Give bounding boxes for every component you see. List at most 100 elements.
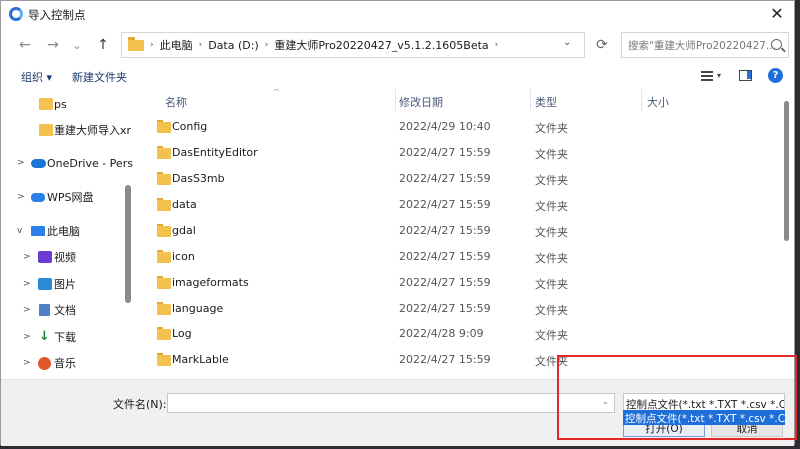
organize-button[interactable]: 组织 ▾ [21, 69, 52, 85]
breadcrumb-separator: › [494, 40, 499, 50]
navigation-bar: ← → ⌄ ↑ › 此电脑 › Data (D:) › 重建大师Pro20220… [1, 29, 794, 61]
expand-chevron-icon[interactable]: > [17, 192, 25, 202]
sidebar-item-videos[interactable]: > 视频 [1, 246, 133, 268]
back-arrow-icon[interactable]: ← [15, 35, 35, 55]
folder-icon [157, 224, 171, 237]
file-row[interactable]: DasEntityEditor 2022/4/27 15:59 文件夹 [141, 140, 786, 166]
expand-chevron-icon[interactable]: > [23, 305, 31, 315]
file-name: gdal [172, 224, 196, 237]
sidebar-item-label: OneDrive - Pers [47, 156, 133, 170]
column-header-size[interactable]: 大小 [647, 94, 669, 110]
collapse-chevron-icon[interactable]: v [17, 226, 22, 236]
breadcrumb-separator: › [198, 40, 203, 50]
view-dropdown-chevron-icon[interactable]: ▾ [717, 71, 721, 80]
file-date: 2022/4/28 9:09 [399, 327, 484, 340]
filename-dropdown-chevron-icon[interactable]: ⌄ [602, 397, 609, 406]
column-header-type[interactable]: 类型 [535, 94, 557, 110]
file-row[interactable]: gdal 2022/4/27 15:59 文件夹 [141, 218, 786, 244]
file-name: Config [172, 120, 208, 133]
file-row[interactable]: icon 2022/4/27 15:59 文件夹 [141, 244, 786, 270]
file-type: 文件夹 [535, 304, 568, 317]
file-date: 2022/4/27 15:59 [399, 224, 491, 237]
file-row[interactable]: Config 2022/4/29 10:40 文件夹 [141, 114, 786, 140]
up-arrow-icon[interactable]: ↑ [93, 35, 113, 55]
breadcrumb-separator: › [150, 40, 154, 50]
search-input[interactable]: 搜索"重建大师Pro20220427... [621, 32, 789, 58]
sort-ascending-icon: ^ [273, 89, 280, 96]
sidebar-item-wps[interactable]: > WPS网盘 [1, 186, 133, 208]
recent-locations-chevron-icon[interactable]: ⌄ [67, 35, 87, 55]
file-type: 文件夹 [535, 174, 568, 187]
sidebar-item-downloads[interactable]: > ↓ 下载 [1, 326, 133, 348]
file-row[interactable]: data 2022/4/27 15:59 文件夹 [141, 192, 786, 218]
file-row[interactable]: imageformats 2022/4/27 15:59 文件夹 [141, 270, 786, 296]
computer-icon [31, 226, 45, 236]
column-divider[interactable] [395, 89, 396, 111]
folder-icon [157, 146, 171, 159]
expand-chevron-icon[interactable]: > [23, 279, 31, 289]
file-name: imageformats [172, 276, 249, 289]
sidebar-item-music[interactable]: > 音乐 [1, 352, 133, 374]
file-type: 文件夹 [535, 355, 568, 368]
breadcrumb-this-pc[interactable]: 此电脑 [160, 37, 193, 53]
folder-icon [157, 327, 171, 340]
title-bar: 导入控制点 ✕ [1, 1, 794, 27]
refresh-icon[interactable]: ⟳ [592, 35, 612, 55]
file-date: 2022/4/27 15:59 [399, 146, 491, 159]
view-options-icon[interactable] [701, 71, 713, 81]
close-button[interactable]: ✕ [766, 3, 788, 23]
forward-arrow-icon[interactable]: → [43, 35, 63, 55]
expand-chevron-icon[interactable]: > [23, 358, 31, 368]
new-folder-button[interactable]: 新建文件夹 [72, 69, 127, 85]
filename-input[interactable] [167, 393, 615, 413]
breadcrumb-separator: › [264, 40, 269, 50]
file-name: DasS3mb [172, 172, 225, 185]
sidebar-scrollbar[interactable] [125, 185, 131, 303]
folder-icon [128, 36, 144, 51]
column-header-date[interactable]: 修改日期 [399, 94, 443, 110]
file-row[interactable]: MarkLable 2022/4/27 15:59 文件夹 [141, 347, 786, 373]
expand-chevron-icon[interactable]: > [23, 252, 31, 262]
sidebar-item-documents[interactable]: > 文档 [1, 299, 133, 321]
sidebar-item-ps[interactable]: ps [1, 93, 133, 115]
sidebar-item-pictures[interactable]: > 图片 [1, 273, 133, 295]
file-type-option-selected[interactable]: 控制点文件(*.txt *.TXT *.csv *.CSV) [623, 410, 785, 425]
file-name: language [172, 302, 224, 315]
sidebar-item-label: WPS网盘 [47, 191, 94, 204]
file-type: 文件夹 [535, 226, 568, 239]
file-date: 2022/4/27 15:59 [399, 250, 491, 263]
document-icon [39, 304, 50, 316]
column-header-name[interactable]: 名称 [165, 94, 187, 110]
sidebar-item-this-pc[interactable]: v 此电脑 [1, 220, 133, 242]
command-toolbar: 组织 ▾ 新建文件夹 ▾ ? [1, 63, 794, 89]
sidebar-item-import-folder[interactable]: 重建大师导入xr [1, 119, 133, 141]
folder-icon [157, 302, 171, 315]
expand-chevron-icon[interactable]: > [17, 158, 25, 168]
breadcrumb-drive[interactable]: Data (D:) [208, 39, 259, 52]
file-list: ^ 名称 修改日期 类型 大小 Config 2022/4/29 10:40 文… [141, 89, 786, 374]
column-divider[interactable] [641, 89, 642, 111]
file-row[interactable]: DasS3mb 2022/4/27 15:59 文件夹 [141, 166, 786, 192]
filename-label: 文件名(N): [113, 398, 167, 411]
music-icon [38, 356, 51, 370]
address-bar[interactable]: › 此电脑 › Data (D:) › 重建大师Pro20220427_v5.1… [121, 32, 585, 58]
file-row[interactable]: Log 2022/4/28 9:09 文件夹 [141, 321, 786, 347]
expand-chevron-icon[interactable]: > [23, 332, 31, 342]
file-type: 文件夹 [535, 122, 568, 135]
sidebar-item-onedrive[interactable]: > OneDrive - Pers [1, 152, 133, 174]
sidebar-item-label: 此电脑 [47, 225, 80, 238]
file-date: 2022/4/27 15:59 [399, 172, 491, 185]
column-divider[interactable] [530, 89, 531, 111]
breadcrumb-current-folder[interactable]: 重建大师Pro20220427_v5.1.2.1605Beta [274, 37, 488, 53]
sidebar-item-label: 重建大师导入xr [54, 124, 132, 137]
dialog-footer: 文件名(N): ⌄ 控制点文件(*.txt *.TXT *.csv *.CSV)… [1, 379, 794, 446]
help-icon[interactable]: ? [768, 68, 783, 83]
address-history-chevron-icon[interactable]: ⌄ [563, 37, 571, 48]
file-row[interactable]: language 2022/4/27 15:59 文件夹 [141, 296, 786, 322]
file-list-scrollbar[interactable] [784, 101, 789, 241]
preview-pane-icon[interactable] [739, 70, 752, 81]
search-icon [771, 39, 782, 50]
wps-cloud-icon [31, 192, 45, 202]
folder-icon [157, 120, 171, 133]
file-name: Log [172, 327, 192, 340]
